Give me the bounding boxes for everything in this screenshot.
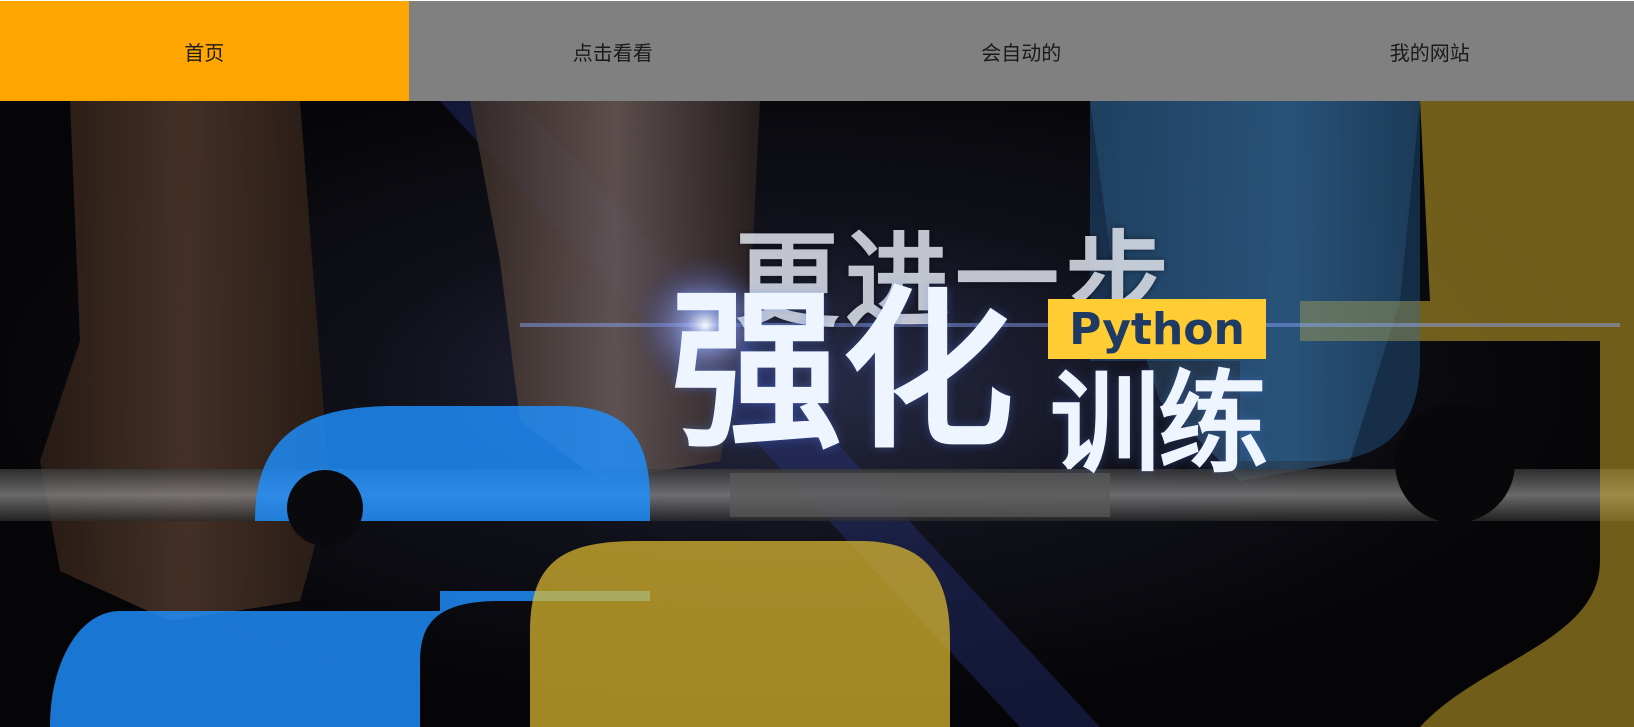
nav-item-label: 首页 — [184, 40, 225, 65]
python-logo-blue-eye — [287, 470, 363, 546]
banner-headline-sub: 训练 — [1050, 360, 1268, 488]
nav-item-home[interactable]: 首页 — [0, 1, 409, 101]
nav-item-label: 点击看看 — [572, 40, 653, 65]
nav-item-label: 会自动的 — [981, 40, 1062, 65]
left-fist-shape — [40, 101, 330, 621]
nav-item-label: 我的网站 — [1389, 40, 1470, 65]
python-logo-yellow-half — [530, 541, 950, 727]
nav-item-automatic[interactable]: 会自动的 — [817, 1, 1226, 101]
hero-banner[interactable]: 更进一步 Python 强化 训练 — [0, 101, 1634, 727]
page: 首页 点击看看 会自动的 我的网站 更进一步 Python 强化 训练 — [0, 0, 1634, 727]
banner-headline-main: 强化 — [670, 271, 1014, 472]
top-nav: 首页 点击看看 会自动的 我的网站 — [0, 1, 1634, 101]
python-logo-yellow-eye — [1395, 403, 1515, 523]
nav-item-click-to-see[interactable]: 点击看看 — [409, 1, 818, 101]
python-tag: Python — [1048, 299, 1266, 359]
nav-item-my-website[interactable]: 我的网站 — [1226, 1, 1634, 101]
